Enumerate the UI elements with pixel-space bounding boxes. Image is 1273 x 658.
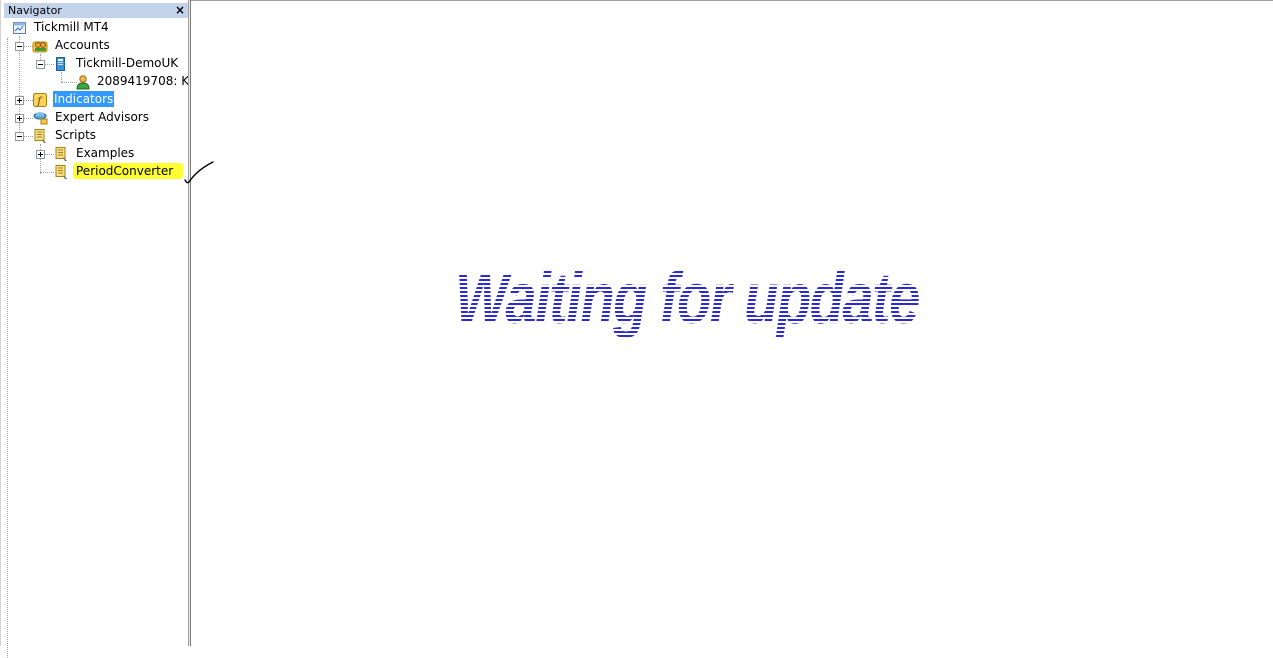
tree-item-server[interactable]: Tickmill-DemoUK (1, 55, 189, 73)
script-icon (32, 128, 48, 144)
chart-area[interactable]: Waiting for update (191, 0, 1273, 646)
navigator-title: Navigator (8, 4, 62, 17)
waiting-status: Waiting for update (455, 259, 1025, 341)
tree-label-period-converter: PeriodConverter (73, 163, 184, 179)
tree-item-examples[interactable]: Examples (1, 145, 189, 163)
tree-label-examples: Examples (76, 146, 135, 160)
indicator-icon: f (32, 92, 48, 108)
script-icon (53, 164, 69, 180)
server-icon (53, 56, 69, 72)
tree-item-account[interactable]: 2089419708: Khal (1, 73, 207, 91)
navigator-header[interactable]: Navigator × (4, 3, 188, 18)
tree-label-accounts: Accounts (55, 38, 110, 52)
script-icon (53, 146, 69, 162)
tree-label-root: Tickmill MT4 (34, 20, 109, 34)
navigator-tree: Tickmill MT4 Accounts Tickmill-DemoUK 20… (1, 18, 207, 658)
tree-item-indicators[interactable]: f Indicators (1, 91, 189, 109)
tree-label-indicators: Indicators (53, 91, 115, 107)
close-icon[interactable]: × (175, 3, 185, 18)
accounts-icon (32, 38, 48, 54)
tree-label-scripts: Scripts (55, 128, 97, 142)
terminal-icon (12, 20, 28, 36)
checkmark-annotation-icon (184, 161, 214, 184)
navigator-panel: Navigator × Tickmill MT4 Accounts Tickmi… (0, 0, 207, 658)
expert-advisor-icon (32, 110, 48, 126)
tree-item-scripts[interactable]: Scripts (1, 127, 189, 145)
user-icon (75, 74, 91, 90)
tree-label-expert-advisors: Expert Advisors (55, 110, 149, 124)
tree-item-period-converter[interactable]: PeriodConverter (1, 163, 189, 181)
tree-item-expert-advisors[interactable]: Expert Advisors (1, 109, 189, 127)
waiting-text: Waiting for update (455, 259, 920, 339)
tree-label-server: Tickmill-DemoUK (76, 56, 179, 70)
tree-item-accounts[interactable]: Accounts (1, 37, 189, 55)
tree-item-root[interactable]: Tickmill MT4 (1, 19, 189, 37)
